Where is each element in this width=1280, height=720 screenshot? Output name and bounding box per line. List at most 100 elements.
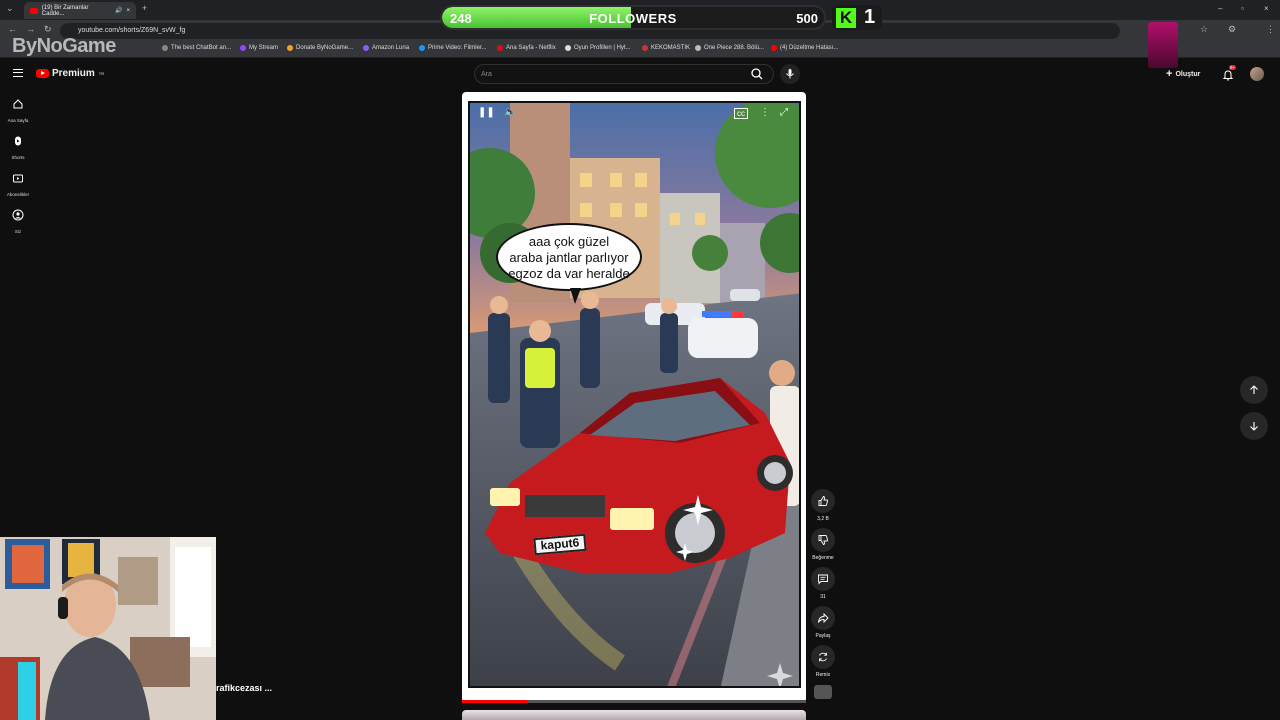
- kick-counter: K 1: [832, 5, 882, 30]
- video-progress-bar[interactable]: [462, 700, 806, 703]
- browser-tab-active[interactable]: (19) Bir Zamanlar Cadde... 🔊 ×: [24, 2, 136, 19]
- plus-icon: +: [1166, 68, 1173, 80]
- maximize-icon[interactable]: ▫: [1241, 4, 1244, 13]
- speech-line: egzoz da var heralde: [508, 266, 630, 281]
- forward-icon[interactable]: →: [26, 24, 35, 34]
- guide-item-label: Ana Sayfa: [7, 118, 29, 123]
- youtube-favicon-icon: [30, 7, 38, 14]
- bookmark-item[interactable]: KEKOMASTIK: [642, 45, 690, 51]
- browser-menu-icon[interactable]: ⋮: [1266, 24, 1275, 35]
- extensions-icon[interactable]: ⚙: [1228, 24, 1236, 35]
- bookmark-star-icon[interactable]: ☆: [1200, 24, 1208, 35]
- arrow-up-icon: [1250, 385, 1258, 394]
- video-progress-fill: [462, 700, 528, 703]
- shorts-icon: [15, 136, 21, 146]
- bookmark-item[interactable]: One Piece 288. Bölü...: [695, 45, 764, 51]
- followers-goal-bar: 248 FOLLOWERS 500: [440, 5, 826, 30]
- webcam-overlay-text: rafikcezası ...: [216, 683, 273, 693]
- bookmark-item[interactable]: (4) Düzeltme Hatası...: [771, 45, 838, 51]
- notifications-button[interactable]: 9+: [1222, 65, 1237, 86]
- youtube-logo[interactable]: Premium TR: [36, 68, 104, 79]
- comment-icon: [818, 574, 828, 585]
- followers-label: FOLLOWERS: [589, 11, 677, 26]
- voice-search-button[interactable]: [780, 64, 800, 84]
- comments-button[interactable]: 31: [811, 567, 835, 600]
- new-tab-icon[interactable]: +: [142, 3, 147, 13]
- guide-item-subscriptions[interactable]: Abonelikler: [0, 171, 36, 197]
- bookmarks-bar: The best ChatBot an... My Stream Donate …: [0, 42, 1280, 58]
- minimize-icon[interactable]: –: [1218, 4, 1222, 13]
- like-button[interactable]: 3,2 B: [811, 489, 835, 522]
- shorts-player[interactable]: aaa çok güzel araba jantlar parlıyor egz…: [462, 92, 806, 703]
- like-count: 3,2 B: [817, 516, 829, 522]
- share-label: Paylaş: [815, 633, 831, 639]
- bookmark-item[interactable]: Oyun Profillen | Hyt...: [565, 45, 631, 51]
- guide-item-label: Siz: [14, 229, 22, 234]
- comic-scene-illustration: [470, 103, 799, 686]
- sound-thumbnail[interactable]: [814, 685, 832, 699]
- tab-title: (19) Bir Zamanlar Cadde...: [41, 4, 89, 17]
- guide-item-you[interactable]: Siz: [0, 208, 36, 234]
- speech-line: araba jantlar parlıyor: [509, 250, 629, 265]
- arrow-down-icon: [1250, 422, 1258, 431]
- window-close-icon[interactable]: ×: [1264, 4, 1269, 13]
- tab-audio-icon[interactable]: 🔊: [115, 7, 122, 14]
- microphone-icon: [786, 69, 794, 79]
- dislike-label: Beğenme: [812, 555, 834, 561]
- remix-icon: [819, 652, 827, 662]
- bookmark-item[interactable]: Amazon Luna: [363, 45, 409, 51]
- thumbs-up-icon: [818, 496, 829, 506]
- volume-icon[interactable]: 🔈: [504, 107, 516, 118]
- thumbs-down-icon: [818, 535, 829, 545]
- search-icon: [751, 68, 763, 80]
- share-button[interactable]: Paylaş: [811, 606, 835, 639]
- create-label: Oluştur: [1175, 70, 1201, 78]
- logo-text: Premium: [52, 68, 95, 79]
- back-icon[interactable]: ←: [8, 24, 17, 34]
- bell-icon: [1222, 70, 1234, 81]
- reload-icon[interactable]: ↻: [44, 24, 52, 35]
- speech-bubble: aaa çok güzel araba jantlar parlıyor egz…: [496, 223, 642, 304]
- remix-button[interactable]: Remix: [811, 645, 835, 678]
- comic-video-frame[interactable]: aaa çok güzel araba jantlar parlıyor egz…: [468, 101, 801, 688]
- youtube-masthead: Premium TR + Oluştur 9+: [0, 59, 1280, 89]
- comments-count: 31: [820, 594, 826, 600]
- tab-search-icon[interactable]: ⌄: [6, 3, 14, 14]
- guide-item-shorts[interactable]: Shorts: [0, 134, 36, 160]
- streamer-webcam: [0, 537, 216, 720]
- subscriptions-icon: [13, 174, 23, 183]
- kick-logo-icon: K: [836, 7, 856, 28]
- tab-close-icon[interactable]: ×: [126, 8, 130, 14]
- search-input[interactable]: [481, 67, 731, 82]
- pause-icon[interactable]: ❚❚: [478, 107, 495, 118]
- speech-line: aaa çok güzel: [528, 234, 610, 249]
- dislike-button[interactable]: Beğenme: [811, 528, 835, 561]
- create-button[interactable]: + Oluştur: [1166, 68, 1200, 80]
- logo-region: TR: [98, 71, 105, 76]
- guide-item-label: Shorts: [11, 155, 25, 160]
- kick-count: 1: [864, 6, 876, 28]
- share-icon: [818, 612, 829, 624]
- previous-short-button[interactable]: [1240, 376, 1268, 404]
- guide-item-home[interactable]: Ana Sayfa: [0, 97, 36, 123]
- guide-item-label: Abonelikler: [6, 192, 30, 197]
- bookmark-item[interactable]: Ana Sayfa - Netflix: [497, 45, 556, 51]
- bookmark-item[interactable]: Prime Video: Filmler...: [419, 45, 487, 51]
- guide-menu-icon[interactable]: [13, 69, 23, 77]
- search-box: [474, 64, 774, 84]
- stream-watermark: ByNoGame: [12, 35, 116, 57]
- next-short-button[interactable]: [1240, 412, 1268, 440]
- bookmark-item[interactable]: The best ChatBot an...: [162, 45, 231, 51]
- captions-icon[interactable]: cc: [734, 108, 748, 119]
- bookmark-item[interactable]: Donate ByNoGame...: [287, 45, 353, 51]
- remix-label: Remix: [815, 672, 831, 678]
- followers-goal: 500: [796, 11, 818, 26]
- account-avatar[interactable]: [1250, 67, 1264, 81]
- fullscreen-icon[interactable]: ⤢: [780, 107, 788, 118]
- next-short-preview[interactable]: [462, 710, 806, 720]
- bookmark-item[interactable]: My Stream: [240, 45, 278, 51]
- webcam-scene: [0, 537, 216, 720]
- more-options-icon[interactable]: ⋮: [760, 107, 770, 118]
- search-button[interactable]: [744, 64, 770, 84]
- home-icon: [13, 99, 23, 109]
